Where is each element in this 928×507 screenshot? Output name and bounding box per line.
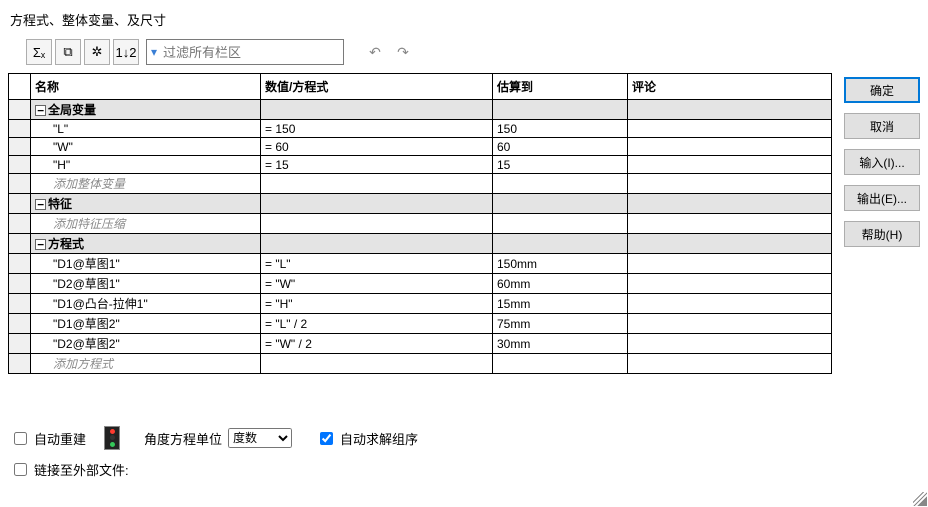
cell-eval: 75mm: [493, 314, 628, 334]
undo-button[interactable]: ↶: [365, 42, 385, 62]
cell-eval: 150: [493, 120, 628, 138]
header-blank: [9, 74, 31, 100]
view-button-2[interactable]: ✲: [84, 39, 110, 65]
cell-name: "D2@草图2": [31, 334, 261, 354]
cell-value: = 60: [261, 138, 493, 156]
cell-name: "D1@草图1": [31, 254, 261, 274]
table-row[interactable]: "D1@草图2" = "L" / 2 75mm: [9, 314, 832, 334]
redo-button[interactable]: ↷: [393, 42, 413, 62]
bottom-controls: 自动重建 角度方程单位 度数 自动求解组序 链接至外部文件:: [10, 426, 918, 489]
header-eval[interactable]: 估算到: [493, 74, 628, 100]
table-row[interactable]: "L" = 150 150: [9, 120, 832, 138]
cell-eval: 60mm: [493, 274, 628, 294]
cell-value: = "W" / 2: [261, 334, 493, 354]
cell-eval: 150mm: [493, 254, 628, 274]
import-button[interactable]: 输入(I)...: [844, 149, 920, 175]
add-row-globals[interactable]: 添加整体变量: [9, 174, 832, 194]
cell-value: = "W": [261, 274, 493, 294]
cell-value: = 150: [261, 120, 493, 138]
export-button[interactable]: 输出(E)...: [844, 185, 920, 211]
cell-eval: 30mm: [493, 334, 628, 354]
table-row[interactable]: "W" = 60 60: [9, 138, 832, 156]
auto-rebuild-checkbox[interactable]: 自动重建: [10, 429, 86, 448]
angle-unit-label: 角度方程单位: [144, 429, 222, 448]
collapse-icon[interactable]: −: [35, 239, 46, 250]
cell-name: "D2@草图1": [31, 274, 261, 294]
filter-box[interactable]: ▾: [146, 39, 344, 65]
cell-value: = 15: [261, 156, 493, 174]
auto-solve-checkbox[interactable]: 自动求解组序: [316, 429, 418, 448]
filter-input[interactable]: [161, 44, 341, 61]
view-button-1[interactable]: ⧉: [55, 39, 81, 65]
cell-name: "W": [31, 138, 261, 156]
cell-value: = "L" / 2: [261, 314, 493, 334]
ok-button[interactable]: 确定: [844, 77, 920, 103]
dialog-buttons: 确定 取消 输入(I)... 输出(E)... 帮助(H): [844, 73, 920, 374]
header-comment[interactable]: 评论: [628, 74, 832, 100]
cell-eval: 15: [493, 156, 628, 174]
table-row[interactable]: "H" = 15 15: [9, 156, 832, 174]
cell-name: "H": [31, 156, 261, 174]
cell-name: "L": [31, 120, 261, 138]
help-button[interactable]: 帮助(H): [844, 221, 920, 247]
table-row[interactable]: "D1@凸台-拉伸1" = "H" 15mm: [9, 294, 832, 314]
cell-eval: 60: [493, 138, 628, 156]
collapse-icon[interactable]: −: [35, 199, 46, 210]
link-file-checkbox[interactable]: 链接至外部文件:: [10, 460, 129, 479]
sort-button[interactable]: 1↓2: [113, 39, 139, 65]
cell-value: = "H": [261, 294, 493, 314]
cell-value: = "L": [261, 254, 493, 274]
equations-grid: 名称 数值/方程式 估算到 评论 −全局变量 "L" = 150 150 "W": [8, 73, 832, 374]
table-row[interactable]: "D2@草图2" = "W" / 2 30mm: [9, 334, 832, 354]
header-name[interactable]: 名称: [31, 74, 261, 100]
cell-eval: 15mm: [493, 294, 628, 314]
table-row[interactable]: "D2@草图1" = "W" 60mm: [9, 274, 832, 294]
section-equations[interactable]: −方程式: [9, 234, 832, 254]
section-globals[interactable]: −全局变量: [9, 100, 832, 120]
section-features[interactable]: −特征: [9, 194, 832, 214]
add-row-equations[interactable]: 添加方程式: [9, 354, 832, 374]
traffic-light-icon: [104, 426, 120, 450]
cancel-button[interactable]: 取消: [844, 113, 920, 139]
cell-name: "D1@草图2": [31, 314, 261, 334]
add-row-features[interactable]: 添加特征压缩: [9, 214, 832, 234]
toolbar: Σₓ ⧉ ✲ 1↓2 ▾ ↶ ↷: [26, 39, 920, 65]
angle-unit-select[interactable]: 度数: [228, 428, 292, 448]
sigma-button[interactable]: Σₓ: [26, 39, 52, 65]
cell-name: "D1@凸台-拉伸1": [31, 294, 261, 314]
header-value[interactable]: 数值/方程式: [261, 74, 493, 100]
collapse-icon[interactable]: −: [35, 105, 46, 116]
funnel-icon: ▾: [151, 45, 157, 59]
dialog-title: 方程式、整体变量、及尺寸: [0, 0, 928, 35]
resize-grip[interactable]: [913, 492, 927, 506]
header-row: 名称 数值/方程式 估算到 评论: [9, 74, 832, 100]
table-row[interactable]: "D1@草图1" = "L" 150mm: [9, 254, 832, 274]
